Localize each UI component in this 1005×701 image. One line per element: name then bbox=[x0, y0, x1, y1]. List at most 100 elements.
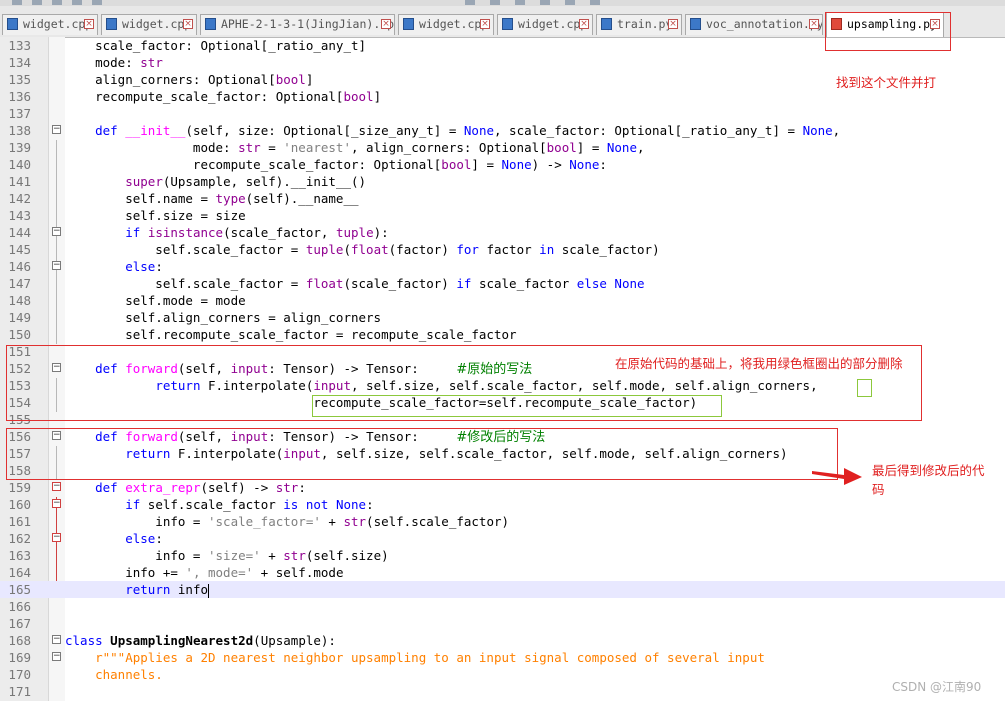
toolbar-icon[interactable] bbox=[465, 0, 475, 5]
code-text: recompute_scale_factor: Optional[bool] bbox=[65, 89, 382, 104]
tab-label: train.py bbox=[617, 17, 673, 31]
code-line: 162 − else: bbox=[0, 530, 1005, 547]
code-line: 137 bbox=[0, 105, 1005, 122]
line-number: 149 bbox=[8, 310, 31, 325]
tab-voc-annotation-py[interactable]: voc_annotation.py × bbox=[685, 14, 823, 35]
file-icon bbox=[106, 18, 117, 30]
line-number: 140 bbox=[8, 157, 31, 172]
file-icon bbox=[7, 18, 18, 30]
code-line: 163 info = 'size=' + str(self.size) bbox=[0, 547, 1005, 564]
toolbar-icon[interactable] bbox=[590, 0, 600, 5]
tab-label: widget.cpp bbox=[23, 17, 93, 31]
code-text: else: bbox=[125, 531, 163, 546]
close-icon[interactable]: × bbox=[84, 19, 94, 29]
line-number: 169 bbox=[8, 650, 31, 665]
fold-toggle-icon[interactable]: − bbox=[52, 499, 61, 508]
line-number: 143 bbox=[8, 208, 31, 223]
fold-toggle-icon[interactable]: − bbox=[52, 533, 61, 542]
close-icon[interactable]: × bbox=[668, 19, 678, 29]
code-text: if isinstance(scale_factor, tuple): bbox=[125, 225, 389, 240]
close-icon[interactable]: × bbox=[809, 19, 819, 29]
code-line: 167 bbox=[0, 615, 1005, 632]
toolbar-icon[interactable] bbox=[515, 0, 525, 5]
line-number: 133 bbox=[8, 38, 31, 53]
code-text: self.size = size bbox=[65, 208, 246, 223]
line-number: 170 bbox=[8, 667, 31, 682]
code-text: self.name = type(self).__name__ bbox=[65, 191, 359, 206]
line-number: 164 bbox=[8, 565, 31, 580]
code-text: align_corners: Optional[bool] bbox=[65, 72, 314, 87]
close-icon[interactable]: × bbox=[381, 19, 391, 29]
close-icon[interactable]: × bbox=[183, 19, 193, 29]
fold-toggle-icon[interactable]: − bbox=[52, 635, 61, 644]
line-number: 162 bbox=[8, 531, 31, 546]
close-icon[interactable]: × bbox=[480, 19, 490, 29]
line-number: 142 bbox=[8, 191, 31, 206]
line-number: 150 bbox=[8, 327, 31, 342]
line-number: 144 bbox=[8, 225, 31, 240]
fold-toggle-icon[interactable]: − bbox=[52, 125, 61, 134]
code-text: else: bbox=[125, 259, 163, 274]
fold-toggle-icon[interactable]: − bbox=[52, 482, 61, 491]
code-line: 161 info = 'scale_factor=' + str(self.sc… bbox=[0, 513, 1005, 530]
code-line: 147 self.scale_factor = float(scale_fact… bbox=[0, 275, 1005, 292]
tab-label: APHE-2-1-3-1(JingJian).cpp bbox=[221, 17, 395, 31]
annotation-result-1: 最后得到修改后的代 bbox=[872, 463, 985, 478]
code-line: 164 info += ', mode=' + self.mode bbox=[0, 564, 1005, 581]
line-number: 165 bbox=[8, 582, 31, 597]
code-text: info = 'scale_factor=' + str(self.scale_… bbox=[65, 514, 510, 529]
toolbar-icon[interactable] bbox=[52, 0, 62, 5]
close-icon[interactable]: × bbox=[579, 19, 589, 29]
line-number: 147 bbox=[8, 276, 31, 291]
tab-widget-cpp-2[interactable]: widget.cpp × bbox=[101, 14, 197, 35]
line-number: 160 bbox=[8, 497, 31, 512]
tab-label: widget.cpp bbox=[518, 17, 588, 31]
line-number: 148 bbox=[8, 293, 31, 308]
arrow-right-icon bbox=[812, 468, 862, 485]
code-line: 143 self.size = size bbox=[0, 207, 1005, 224]
tab-aphe-cpp[interactable]: APHE-2-1-3-1(JingJian).cpp × bbox=[200, 14, 395, 35]
tab-widget-cpp-3[interactable]: widget.cpp × bbox=[398, 14, 494, 35]
annotation-box-green-comma bbox=[857, 379, 872, 397]
toolbar-icon[interactable] bbox=[72, 0, 82, 5]
tab-train-py[interactable]: train.py × bbox=[596, 14, 682, 35]
code-text: self.recompute_scale_factor = recompute_… bbox=[65, 327, 517, 342]
annotation-box-green-arg bbox=[312, 395, 722, 417]
tab-widget-cpp-1[interactable]: widget.cpp × bbox=[2, 14, 98, 35]
line-number: 145 bbox=[8, 242, 31, 257]
code-text: self.align_corners = align_corners bbox=[65, 310, 382, 325]
text-cursor bbox=[208, 583, 210, 598]
code-text: self.scale_factor = tuple(float(factor) … bbox=[65, 242, 660, 257]
code-line: 134 mode: str bbox=[0, 54, 1005, 71]
toolbar-icon[interactable] bbox=[32, 0, 42, 5]
toolbar-icon[interactable] bbox=[92, 0, 102, 5]
tab-label: voc_annotation.py bbox=[706, 17, 823, 31]
line-number: 136 bbox=[8, 89, 31, 104]
toolbar-icon[interactable] bbox=[565, 0, 575, 5]
fold-toggle-icon[interactable]: − bbox=[52, 227, 61, 236]
fold-toggle-icon[interactable]: − bbox=[52, 652, 61, 661]
file-icon bbox=[601, 18, 612, 30]
line-number: 161 bbox=[8, 514, 31, 529]
code-line: 142 self.name = type(self).__name__ bbox=[0, 190, 1005, 207]
code-line: 169 − r"""Applies a 2D nearest neighbor u… bbox=[0, 649, 1005, 666]
code-text: self.mode = mode bbox=[65, 293, 246, 308]
code-text: scale_factor: Optional[_ratio_any_t] bbox=[65, 38, 367, 53]
code-text: mode: str bbox=[65, 55, 163, 70]
code-text: def __init__(self, size: Optional[_size_… bbox=[95, 123, 841, 138]
file-icon bbox=[205, 18, 216, 30]
code-text: return info bbox=[125, 582, 210, 598]
code-text: def extra_repr(self) -> str: bbox=[95, 480, 306, 495]
tab-widget-cpp-4[interactable]: widget.cpp × bbox=[497, 14, 593, 35]
toolbar-icon[interactable] bbox=[490, 0, 500, 5]
code-line: 160 − if self.scale_factor is not None: bbox=[0, 496, 1005, 513]
line-number: 166 bbox=[8, 599, 31, 614]
code-line: 138 − def __init__(self, size: Optional[_… bbox=[0, 122, 1005, 139]
fold-toggle-icon[interactable]: − bbox=[52, 261, 61, 270]
code-line: 170 channels. bbox=[0, 666, 1005, 683]
code-text: channels. bbox=[65, 667, 163, 682]
code-line: 141 super(Upsample, self).__init__() bbox=[0, 173, 1005, 190]
toolbar-icon[interactable] bbox=[12, 0, 22, 5]
annotation-result-2: 码 bbox=[872, 482, 885, 497]
toolbar-icon[interactable] bbox=[540, 0, 550, 5]
